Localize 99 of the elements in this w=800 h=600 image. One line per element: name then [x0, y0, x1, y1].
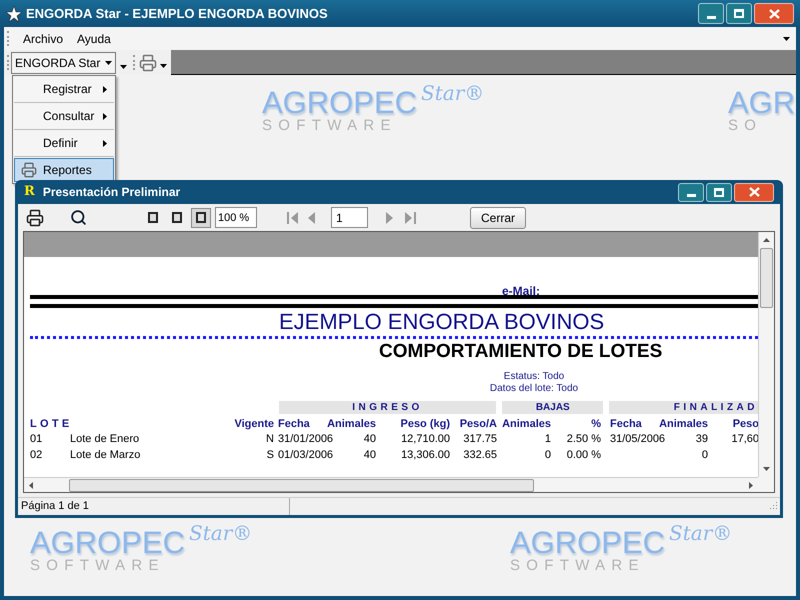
- table-cell: 0: [544, 449, 551, 461]
- column-header: Vigente: [234, 418, 274, 431]
- dropdown-item[interactable]: Definir: [14, 131, 114, 155]
- toolbar-dropdown-button[interactable]: ENGORDA Star: [11, 52, 116, 74]
- menu-item[interactable]: Ayuda: [73, 30, 115, 48]
- logo-brand: AGROPEC: [30, 527, 186, 559]
- column-header: Animales: [502, 418, 551, 431]
- column-header: Fecha: [610, 418, 642, 431]
- email-label: e-Mail:: [502, 284, 540, 298]
- close-preview-button[interactable]: Cerrar: [470, 206, 526, 228]
- table-cell: 02: [30, 449, 42, 461]
- column-header: Peso (kg): [400, 418, 450, 431]
- column-header: Peso/A: [460, 418, 497, 431]
- maximize-button[interactable]: [726, 3, 752, 24]
- page-view-button[interactable]: [191, 208, 211, 228]
- filter-text: Estatus: Todo: [504, 371, 564, 383]
- group-header: BAJAS: [502, 401, 604, 414]
- column-header: Animales: [327, 418, 376, 431]
- scroll-thumb[interactable]: [760, 248, 773, 308]
- logo-script: Star®: [669, 523, 732, 543]
- table-cell: 31/01/2006: [278, 433, 334, 445]
- page-icon: [148, 212, 158, 223]
- scroll-down-icon[interactable]: [763, 467, 770, 471]
- submenu-arrow-icon: [103, 86, 107, 92]
- close-button[interactable]: [754, 3, 794, 24]
- minimize-button[interactable]: [698, 3, 724, 24]
- print-button[interactable]: [26, 208, 44, 226]
- table-cell: 317.75: [463, 433, 497, 445]
- window-title: ENGORDA Star - EJEMPLO ENGORDA BOVINOS: [26, 4, 328, 23]
- table-cell: N: [266, 433, 274, 445]
- filter-text: Datos del lote: Todo: [490, 383, 578, 395]
- star-icon: [6, 6, 22, 22]
- minimize-icon: [686, 194, 696, 196]
- column-header: %: [591, 418, 601, 431]
- dropdown-item[interactable]: Consultar: [14, 104, 114, 128]
- printer-icon: [21, 162, 37, 178]
- table-cell: S: [266, 449, 274, 461]
- table-cell: 13,306.00: [401, 449, 450, 461]
- logo-tagline: SOFTWARE: [262, 119, 398, 133]
- scroll-thumb[interactable]: [69, 478, 534, 492]
- logo-script: Star®: [189, 523, 252, 543]
- scroll-up-icon[interactable]: [763, 238, 770, 242]
- status-text: Página 1 de 1: [18, 498, 290, 515]
- table-cell: 39: [696, 433, 708, 445]
- scroll-right-icon[interactable]: [749, 482, 753, 488]
- dropdown-item[interactable]: Reportes: [14, 158, 114, 182]
- close-icon: [768, 8, 780, 18]
- table-cell: 40: [364, 433, 376, 445]
- submenu-arrow-icon: [103, 112, 107, 120]
- report-icon: R: [24, 185, 35, 199]
- menu-overflow-icon: [783, 36, 790, 40]
- logo-tagline: SOFTWARE: [30, 559, 166, 573]
- column-header: LOTE: [30, 418, 73, 431]
- table-cell: 01/03/2006: [278, 449, 334, 461]
- table-cell: 40: [364, 449, 376, 461]
- search-button[interactable]: [70, 209, 87, 226]
- caret-icon: [160, 64, 168, 68]
- table-cell: Lote de Enero: [70, 433, 140, 445]
- group-header: INGRESO: [278, 401, 496, 414]
- zoom-field[interactable]: 100 %: [215, 207, 257, 228]
- company-title: EJEMPLO ENGORDA BOVINOS: [279, 310, 604, 334]
- logo-brand: AGROPEC: [510, 527, 666, 559]
- overflow-caret-icon: [120, 64, 128, 68]
- scroll-left-icon[interactable]: [29, 482, 33, 488]
- logo-tagline: SOFTWARE: [510, 559, 646, 573]
- caret-icon: [105, 60, 112, 64]
- table-cell: Lote de Marzo: [70, 449, 140, 461]
- group-header: FINALIZAD: [609, 401, 758, 414]
- table-cell: 01: [30, 433, 42, 445]
- resize-grip-icon[interactable]: [767, 501, 778, 512]
- column-header: Fecha: [278, 418, 310, 431]
- table-cell: 31/05/2006: [610, 433, 666, 445]
- page-icon: [172, 212, 182, 223]
- logo-script: Star®: [421, 83, 484, 103]
- close-icon: [748, 187, 760, 197]
- logo-brand: AGROPEC: [262, 87, 418, 119]
- toolbar-grip: [133, 55, 136, 70]
- table-cell: 332.65: [463, 449, 497, 461]
- maximize-button[interactable]: [706, 182, 732, 202]
- minimize-button[interactable]: [678, 182, 704, 202]
- table-cell: 1: [544, 433, 551, 445]
- maximize-icon: [714, 188, 724, 196]
- dropdown-item[interactable]: Registrar: [14, 77, 114, 101]
- page-number-field[interactable]: 1: [331, 207, 368, 228]
- menu-item[interactable]: Archivo: [19, 30, 68, 48]
- close-button[interactable]: [734, 182, 774, 202]
- logo-tagline: SO: [728, 119, 764, 133]
- column-header: Animales: [659, 418, 708, 431]
- table-cell: 12,710.00: [401, 433, 450, 445]
- table-cell: 2.50 %: [566, 433, 601, 445]
- page-icon: [196, 212, 206, 223]
- submenu-arrow-icon: [103, 140, 107, 146]
- window-title: Presentación Preliminar: [42, 184, 180, 201]
- report-title: COMPORTAMIENTO DE LOTES: [379, 341, 662, 363]
- maximize-icon: [734, 9, 744, 18]
- minimize-icon: [706, 16, 716, 19]
- table-cell: 0: [702, 449, 708, 461]
- logo-brand: AGR: [728, 87, 796, 119]
- table-cell: 0.00 %: [566, 449, 601, 461]
